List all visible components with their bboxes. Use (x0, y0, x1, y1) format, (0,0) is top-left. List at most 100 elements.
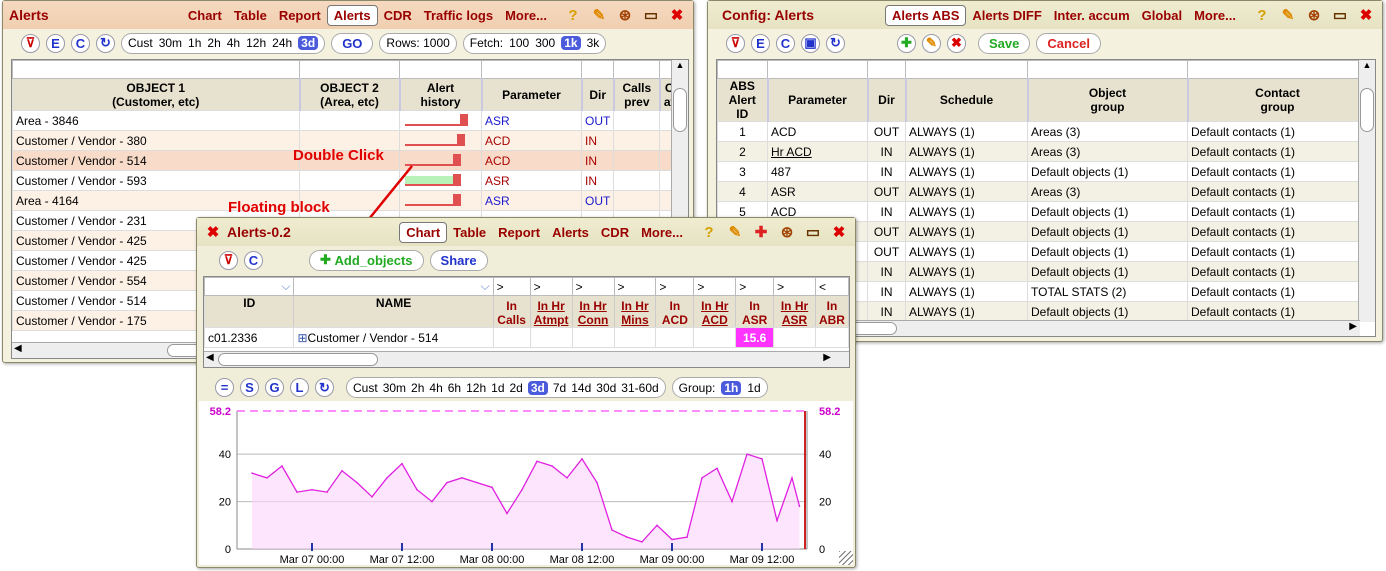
time-option[interactable]: 30m (159, 36, 182, 50)
alerts-tab-alerts[interactable]: Alerts (326, 4, 378, 26)
rows-selector[interactable]: Rows: 1000 (379, 32, 457, 54)
filter-clear-icon[interactable]: ⊽ (219, 250, 238, 270)
save-icon[interactable]: ▣ (801, 33, 820, 53)
line-button[interactable]: L (290, 378, 309, 397)
group-option[interactable]: 1d (747, 381, 760, 395)
table-row[interactable]: Area - 4164 ASR OUT (12, 190, 680, 211)
columns-button[interactable]: C (776, 33, 795, 53)
table-row[interactable]: 3 487 IN ALWAYS (1) Default objects (1) Defau… (717, 161, 1368, 182)
filter-cell[interactable]: > (529, 277, 573, 296)
alerts-tab-cdr[interactable]: CDR (378, 6, 418, 25)
resize-handle[interactable] (839, 551, 853, 565)
floating-tab-alerts[interactable]: Alerts (546, 223, 595, 242)
table-row[interactable]: 1 ACD OUT ALWAYS (1) Areas (3) Default contac… (717, 121, 1368, 142)
pencil-icon[interactable]: ✎ (725, 222, 745, 242)
column-header[interactable]: NAME (293, 295, 494, 328)
filter-cell[interactable] (299, 60, 400, 79)
time-option[interactable]: 4h (429, 381, 442, 395)
time-option[interactable]: 2d (510, 381, 523, 395)
down-circle-icon[interactable]: ⊛ (615, 5, 635, 25)
filter-cell[interactable] (717, 60, 768, 79)
share-button[interactable]: Share (429, 249, 488, 271)
floating-tab-table[interactable]: Table (447, 223, 492, 242)
filter-cell[interactable]: < (814, 277, 849, 296)
close-icon[interactable]: ✖ (1356, 5, 1376, 25)
maximize-icon[interactable]: ▭ (803, 222, 823, 242)
time-option[interactable]: 24h (272, 36, 292, 50)
filter-cell[interactable]: > (693, 277, 737, 296)
help-icon[interactable]: ? (1252, 5, 1272, 25)
time-option[interactable]: 2h (207, 36, 220, 50)
plus-icon[interactable]: ✚ (751, 222, 771, 242)
config-tab-more[interactable]: More... (1188, 6, 1242, 25)
column-header[interactable]: In Hr Atmpt (529, 295, 573, 328)
column-header[interactable]: Parameter (767, 78, 869, 122)
close-icon[interactable]: ✖ (667, 5, 687, 25)
time-option[interactable]: 14d (571, 381, 591, 395)
filter-cell[interactable] (580, 60, 615, 79)
time-option[interactable]: 12h (246, 36, 266, 50)
column-header[interactable]: ID (204, 295, 295, 328)
pencil-icon[interactable]: ✎ (1278, 5, 1298, 25)
filter-cell[interactable]: ⌵ (204, 277, 295, 296)
edit-icon[interactable]: ✎ (922, 33, 941, 53)
time-option[interactable]: 30m (383, 381, 406, 395)
close-icon[interactable]: ✖ (203, 222, 223, 242)
column-header[interactable]: ABS Alert ID (717, 78, 769, 122)
column-header[interactable]: Calls prev (613, 78, 661, 111)
expand-icon[interactable]: ⊞ (297, 331, 307, 345)
column-header[interactable]: Parameter (481, 78, 583, 111)
equal-button[interactable]: = (215, 378, 234, 397)
stack-button[interactable]: S (240, 378, 259, 397)
column-header[interactable]: In Hr Conn (571, 295, 615, 328)
column-header[interactable]: Schedule (905, 78, 1029, 122)
column-header[interactable]: OBJECT 2 (Area, etc) (299, 78, 401, 111)
filter-cell[interactable]: > (492, 277, 531, 296)
table-row[interactable]: 2 Hr ACD IN ALWAYS (1) Areas (3) Default cont… (717, 141, 1368, 162)
grid-button[interactable]: G (265, 378, 284, 397)
filter-cell[interactable] (481, 60, 582, 79)
filter-cell[interactable] (905, 60, 1028, 79)
time-option[interactable]: 1d (491, 381, 504, 395)
alerts-tab-report[interactable]: Report (273, 6, 327, 25)
cancel-button[interactable]: Cancel (1036, 32, 1102, 54)
column-header[interactable]: Dir (580, 78, 615, 111)
column-header[interactable]: Object group (1027, 78, 1189, 122)
alert-chart[interactable]: 0 0 20 20 40 40 58.2 58.2 Mar 07 00:00 Mar 07 12:… (199, 401, 853, 565)
help-icon[interactable]: ? (563, 5, 583, 25)
time-option[interactable]: 12h (466, 381, 486, 395)
refresh-icon[interactable]: ↻ (826, 33, 845, 53)
filter-cell[interactable] (399, 60, 482, 79)
export-button[interactable]: E (751, 33, 770, 53)
table-row[interactable]: Area - 3846 ASR OUT (12, 110, 680, 131)
go-button[interactable]: GO (331, 32, 374, 54)
filter-cell[interactable]: > (613, 277, 657, 296)
save-button[interactable]: Save (978, 32, 1031, 54)
filter-cell[interactable]: > (735, 277, 775, 296)
filter-cell[interactable] (613, 60, 661, 79)
down-circle-icon[interactable]: ⊛ (1304, 5, 1324, 25)
add-icon[interactable]: ✚ (897, 33, 916, 53)
config-tab-inter-accum[interactable]: Inter. accum (1048, 6, 1136, 25)
fetch-option[interactable]: 100 (509, 36, 529, 50)
filter-cell[interactable] (1187, 60, 1368, 79)
group-option[interactable]: 1h (721, 380, 742, 395)
config-tab-global[interactable]: Global (1136, 6, 1188, 25)
time-option[interactable]: 30d (596, 381, 616, 395)
refresh-icon[interactable]: ↻ (315, 378, 334, 397)
down-circle-icon[interactable]: ⊛ (777, 222, 797, 242)
filter-cell[interactable]: > (655, 277, 695, 296)
pencil-icon[interactable]: ✎ (589, 5, 609, 25)
column-header[interactable]: Contact group (1187, 78, 1369, 122)
alerts-tab-traffic-logs[interactable]: Traffic logs (418, 6, 499, 25)
floating-tab-cdr[interactable]: CDR (595, 223, 635, 242)
fetch-option[interactable]: 1k (561, 36, 581, 50)
maximize-icon[interactable]: ▭ (1330, 5, 1350, 25)
columns-button[interactable]: C (71, 33, 90, 53)
filter-cell[interactable]: > (571, 277, 615, 296)
fetch-option[interactable]: 3k (587, 36, 600, 50)
floating-hscroll[interactable]: ◀ ▶ (204, 351, 849, 367)
time-option[interactable]: 1h (188, 36, 201, 50)
floating-tab-more[interactable]: More... (635, 223, 689, 242)
column-header[interactable]: In ACD (655, 295, 695, 328)
